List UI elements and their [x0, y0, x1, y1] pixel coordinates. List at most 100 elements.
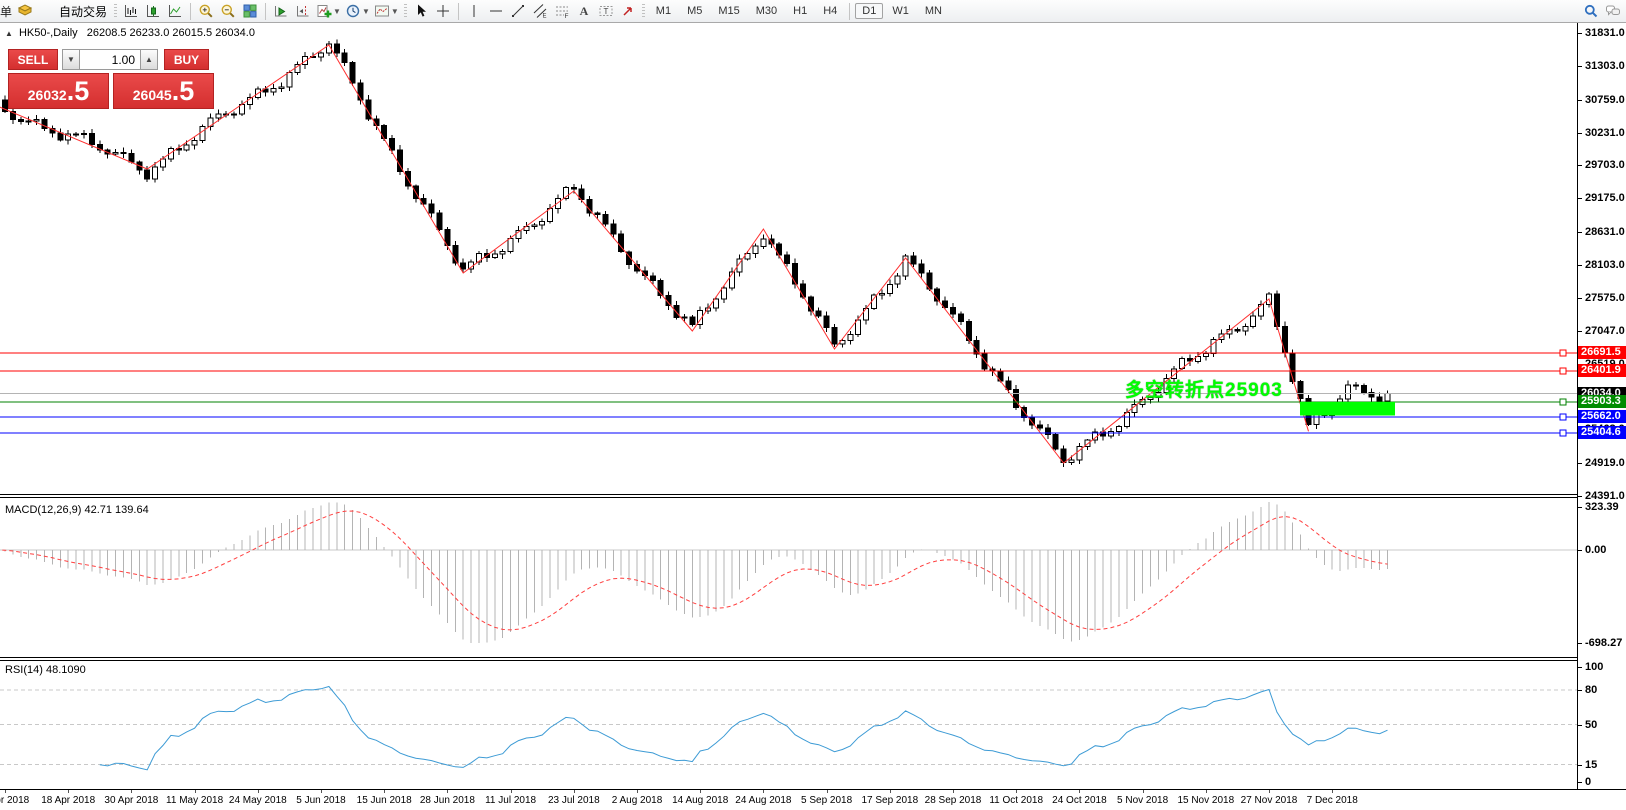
tile-windows-button[interactable] [239, 1, 261, 21]
sell-price-frac: .5 [67, 74, 90, 108]
text-label-button[interactable]: T [595, 1, 617, 21]
date-tick-mark [1206, 790, 1207, 793]
axis-tick-mark [1578, 198, 1582, 199]
price-tick-label: 28631.0 [1585, 226, 1625, 238]
timeframe-m1-button[interactable]: M1 [649, 3, 678, 19]
date-label: 11 Jul 2018 [485, 795, 536, 806]
date-label: 5 Nov 2018 [1117, 795, 1168, 806]
dropdown-caret-icon[interactable]: ▼ [362, 7, 370, 16]
sell-button[interactable]: SELL [8, 49, 58, 70]
trendline-button[interactable] [507, 1, 529, 21]
collapse-triangle-icon[interactable]: ▲ [5, 29, 13, 38]
timeframe-h1-button[interactable]: H1 [786, 3, 814, 19]
date-label: 5 Sep 2018 [801, 795, 852, 806]
dropdown-caret-icon[interactable]: ▼ [391, 7, 399, 16]
date-tick-mark [953, 790, 954, 793]
date-label: 24 May 2018 [229, 795, 287, 806]
rsi-tick-label: 80 [1585, 684, 1597, 696]
timeframe-w1-button[interactable]: W1 [885, 3, 916, 19]
macd-panel[interactable]: MACD(12,26,9) 42.71 139.64 [0, 498, 1626, 657]
date-tick-mark [195, 790, 196, 793]
arrows-button[interactable] [617, 1, 639, 21]
axis-tick-mark [1578, 690, 1582, 691]
axis-tick-mark [1578, 667, 1582, 668]
toolbar-separator [190, 3, 191, 20]
order-button-label[interactable]: 单 [0, 3, 12, 20]
rsi-label: RSI(14) 48.1090 [5, 664, 86, 676]
timeframe-m5-button[interactable]: M5 [680, 3, 709, 19]
autotrading-button[interactable]: 自动交易 [36, 1, 111, 21]
date-label: 2 Aug 2018 [612, 795, 663, 806]
top-toolbar: 单 自动交易 ▼ ▼ ▼ EFA T M1M5M15M30H1H4 D1W1MN [0, 0, 1626, 23]
date-label: 15 Nov 2018 [1177, 795, 1234, 806]
volume-increase-button[interactable]: ▲ [140, 49, 158, 70]
date-label: 24 Aug 2018 [735, 795, 791, 806]
equidistant-channel-button[interactable]: E [529, 1, 551, 21]
price-tick-label: 29175.0 [1585, 192, 1625, 204]
timeframe-m15-button[interactable]: M15 [711, 3, 746, 19]
timeframe-mn-button[interactable]: MN [918, 3, 949, 19]
fibonacci-icon: F [554, 3, 570, 19]
svg-text:A: A [579, 4, 588, 18]
price-tick-label: 27047.0 [1585, 325, 1625, 337]
zoom-out-button[interactable] [217, 1, 239, 21]
auto-scroll-button[interactable] [270, 1, 292, 21]
ohlc-values: 26208.5 26233.0 26015.5 26034.0 [87, 27, 255, 39]
candlestick-chart-button[interactable] [142, 1, 164, 21]
toolbar-gripper [404, 4, 407, 19]
rsi-tick-label: 100 [1585, 661, 1603, 673]
axis-tick-mark [1578, 782, 1582, 783]
main-chart-panel[interactable]: ▲ HK50-,Daily 26208.5 26233.0 26015.5 26… [0, 23, 1626, 494]
date-tick-mark [1143, 790, 1144, 793]
toolbar-separator [849, 3, 850, 20]
svg-text:T: T [603, 7, 608, 16]
zoom-in-button[interactable] [195, 1, 217, 21]
date-label: 6 Apr 2018 [0, 795, 29, 806]
fibonacci-button[interactable]: F [551, 1, 573, 21]
chart-shift-button[interactable] [292, 1, 314, 21]
date-tick-mark [637, 790, 638, 793]
line-chart-button[interactable] [164, 1, 186, 21]
new-chart-icon [316, 3, 332, 19]
text-button[interactable]: A [573, 1, 595, 21]
level-price-tag: 26401.9 [1578, 364, 1626, 377]
search-button[interactable] [1580, 1, 1602, 21]
vertical-line-button[interactable] [463, 1, 485, 21]
sell-price-box[interactable]: 26032.5 [8, 73, 109, 109]
timeframe-h4-button[interactable]: H4 [816, 3, 844, 19]
new-chart-button[interactable]: ▼ [314, 1, 343, 21]
bar-chart-button[interactable] [120, 1, 142, 21]
timeframe-d1-button[interactable]: D1 [855, 3, 883, 19]
crosshair-button[interactable] [432, 1, 454, 21]
date-tick-mark [1332, 790, 1333, 793]
date-tick-mark [827, 790, 828, 793]
volume-decrease-button[interactable]: ▼ [62, 49, 80, 70]
axis-tick-mark [1578, 643, 1582, 644]
horizontal-line-button[interactable] [485, 1, 507, 21]
cursor-button[interactable] [410, 1, 432, 21]
time-axis[interactable]: 6 Apr 201818 Apr 201830 Apr 201811 May 2… [0, 789, 1626, 810]
templates-icon [374, 3, 390, 19]
rsi-panel[interactable]: RSI(14) 48.1090 [0, 661, 1626, 789]
macd-tick-label: 0.00 [1585, 544, 1606, 556]
periods-clock-button[interactable]: ▼ [343, 1, 372, 21]
date-label: 11 May 2018 [166, 795, 223, 806]
axis-tick-mark [1578, 298, 1582, 299]
axis-tick-mark [1578, 232, 1582, 233]
buy-price-box[interactable]: 26045.5 [113, 73, 214, 109]
volume-input[interactable] [80, 49, 140, 70]
timeframe-m30-button[interactable]: M30 [749, 3, 784, 19]
pivot-annotation-text: 多空转折点25903 [1125, 375, 1283, 402]
templates-button[interactable]: ▼ [372, 1, 401, 21]
price-axis[interactable]: 31831.031303.030759.030231.029703.029175… [1577, 23, 1626, 789]
axis-tick-mark [1578, 66, 1582, 67]
macd-tick-label: 323.39 [1585, 501, 1619, 513]
line-chart-icon [167, 3, 183, 19]
dropdown-caret-icon[interactable]: ▼ [333, 7, 341, 16]
new-order-button[interactable] [14, 1, 36, 21]
chat-button[interactable] [1602, 1, 1624, 21]
buy-button[interactable]: BUY [164, 49, 209, 70]
date-tick-mark [1016, 790, 1017, 793]
date-tick-mark [1269, 790, 1270, 793]
date-label: 5 Jun 2018 [296, 795, 346, 806]
